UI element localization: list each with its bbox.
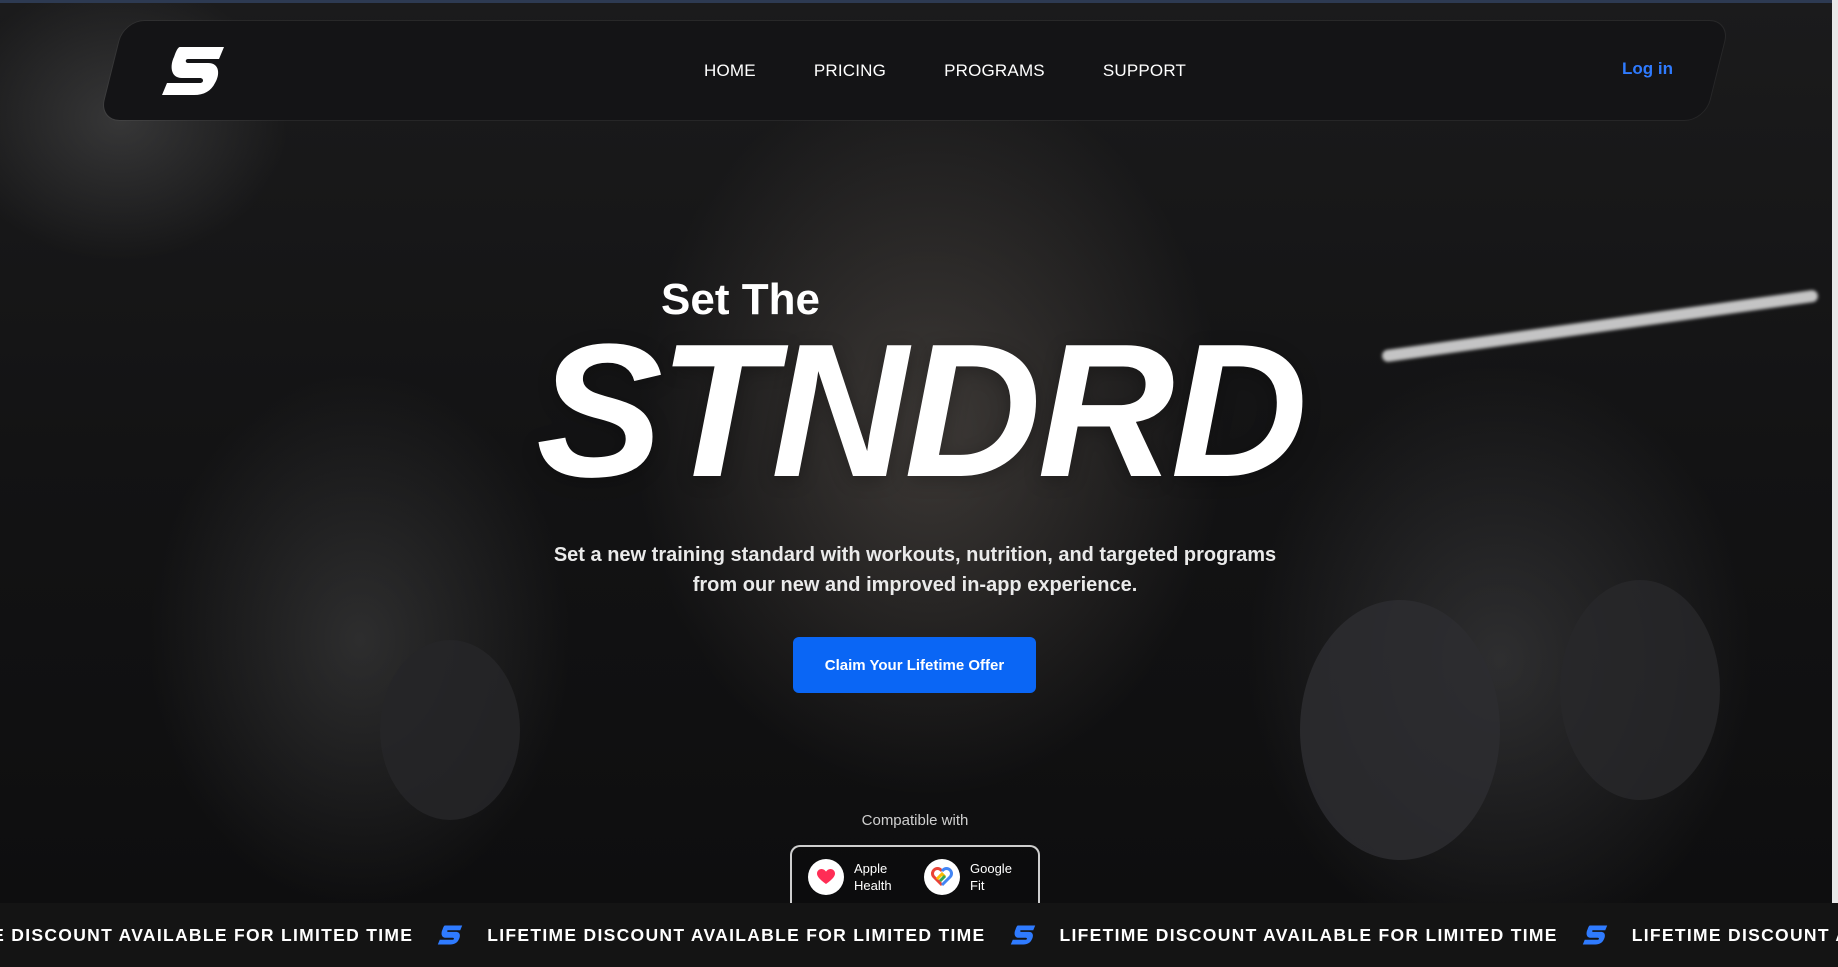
weight-plate-shape bbox=[1300, 600, 1500, 860]
nav-support[interactable]: SUPPORT bbox=[1103, 61, 1186, 81]
apple-health-icon bbox=[808, 859, 844, 895]
apple-health-line2: Health bbox=[854, 878, 892, 893]
ticker-text: LIFETIME DISCOUNT AVAILABLE FOR LIMITED … bbox=[487, 924, 986, 945]
ticker-item: LIFETIME DISCOUNT AVAILABLE FOR LIMITED … bbox=[1060, 924, 1632, 946]
weight-plate-shape bbox=[1560, 580, 1720, 800]
ticker-item: LIFETIME DISCOUNT AVAILABLE FOR LIMITED … bbox=[487, 924, 1059, 946]
navbar: HOME PRICING PROGRAMS SUPPORT Log in bbox=[112, 21, 1717, 120]
apple-health-line1: Apple bbox=[854, 861, 888, 876]
weight-plate-shape bbox=[380, 640, 520, 820]
ticker-text: LIFETIME DISCOUNT AVAILABLE FOR LIMITED … bbox=[1631, 924, 1838, 945]
compatible-label: Compatible with bbox=[861, 812, 969, 829]
stndrd-s-logo-icon[interactable] bbox=[160, 45, 226, 97]
hero-headline: STNDRD bbox=[536, 305, 1308, 517]
google-fit-icon bbox=[924, 859, 960, 895]
stndrd-s-logo-icon bbox=[1582, 925, 1607, 945]
ticker-item: LIFETIME DISCOUNT AVAILABLE FOR LIMITED … bbox=[1632, 924, 1838, 946]
ticker-text: LIFETIME DISCOUNT AVAILABLE FOR LIMITED … bbox=[0, 924, 414, 945]
google-fit-line1: Google bbox=[970, 861, 1012, 876]
stndrd-s-logo-icon bbox=[438, 925, 463, 945]
hero-subtitle: Set a new training standard with workout… bbox=[500, 540, 1330, 600]
main-menu: HOME PRICING PROGRAMS SUPPORT bbox=[704, 21, 1186, 120]
window-edge bbox=[1832, 0, 1838, 903]
hero-subtitle-line2: from our new and improved in-app experie… bbox=[692, 574, 1138, 596]
ticker-text: LIFETIME DISCOUNT AVAILABLE FOR LIMITED … bbox=[1059, 924, 1558, 945]
gym-light-beam bbox=[1381, 289, 1819, 363]
google-fit-item: Google Fit bbox=[924, 859, 1012, 895]
ticker-item: LIFETIME DISCOUNT AVAILABLE FOR LIMITED … bbox=[0, 924, 487, 946]
apple-health-item: Apple Health bbox=[808, 859, 892, 895]
promo-ticker: LIFETIME DISCOUNT AVAILABLE FOR LIMITED … bbox=[0, 903, 1838, 967]
compatibility-panel: Apple Health Google Fit bbox=[790, 845, 1040, 909]
hero-subtitle-line1: Set a new training standard with workout… bbox=[553, 544, 1277, 566]
ticker-track: LIFETIME DISCOUNT AVAILABLE FOR LIMITED … bbox=[0, 903, 1838, 967]
google-fit-line2: Fit bbox=[970, 878, 985, 893]
top-border bbox=[0, 0, 1838, 3]
claim-offer-button[interactable]: Claim Your Lifetime Offer bbox=[793, 637, 1036, 693]
nav-programs[interactable]: PROGRAMS bbox=[944, 61, 1045, 81]
stndrd-s-logo-icon bbox=[1010, 925, 1035, 945]
nav-home[interactable]: HOME bbox=[704, 61, 756, 81]
nav-pricing[interactable]: PRICING bbox=[814, 61, 886, 81]
login-link[interactable]: Log in bbox=[1622, 59, 1673, 79]
